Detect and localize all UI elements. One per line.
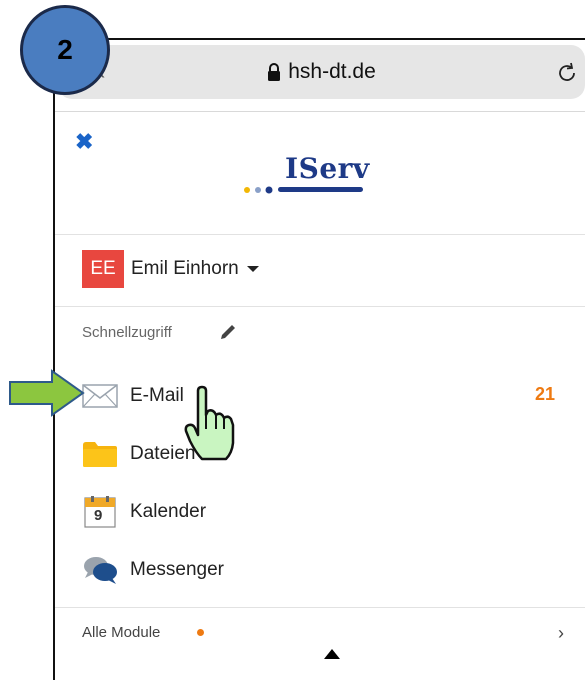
notification-dot: [197, 629, 204, 636]
up-arrow-icon: [324, 649, 340, 659]
iserv-logo: IServ: [242, 152, 370, 197]
mail-icon: [82, 384, 118, 408]
url-text: hsh-dt.de: [288, 60, 376, 83]
caret-down-icon: [246, 266, 259, 272]
menu-item-messenger[interactable]: Messenger: [82, 552, 224, 588]
messenger-icon: [84, 557, 117, 584]
menu-item-email[interactable]: E-Mail: [82, 378, 184, 414]
quick-access-label: Schnellzugriff: [82, 324, 172, 341]
menu-item-label: E-Mail: [130, 385, 184, 406]
user-name: Emil Einhorn: [131, 258, 239, 279]
lock-icon: [268, 63, 281, 81]
logo-text: IServ: [285, 152, 370, 185]
all-modules-link[interactable]: Alle Module: [82, 624, 160, 641]
menu-item-label: Messenger: [130, 559, 224, 580]
header-divider: [55, 111, 585, 112]
calendar-day: 9: [94, 507, 103, 524]
address-bar[interactable]: ‹ hsh-dt.de: [58, 45, 585, 99]
menu-item-calendar[interactable]: 9 Kalender: [82, 494, 206, 530]
unread-count-badge: 21: [535, 384, 556, 404]
divider: [55, 607, 585, 608]
menu-item-files[interactable]: Dateien: [82, 436, 196, 472]
divider: [55, 234, 585, 235]
folder-icon: [83, 442, 117, 467]
pointing-hand-icon: [184, 385, 235, 461]
divider: [55, 306, 585, 307]
avatar: EE: [82, 250, 124, 288]
step-number-badge: 2: [20, 5, 110, 95]
close-icon[interactable]: ✖: [75, 131, 93, 153]
user-menu[interactable]: EE Emil Einhorn: [82, 250, 259, 288]
pointer-arrow-icon: [9, 369, 85, 417]
pencil-icon[interactable]: [218, 322, 238, 342]
chevron-right-icon[interactable]: ›: [558, 623, 564, 644]
reload-icon[interactable]: [555, 61, 579, 85]
menu-item-label: Kalender: [130, 501, 207, 522]
